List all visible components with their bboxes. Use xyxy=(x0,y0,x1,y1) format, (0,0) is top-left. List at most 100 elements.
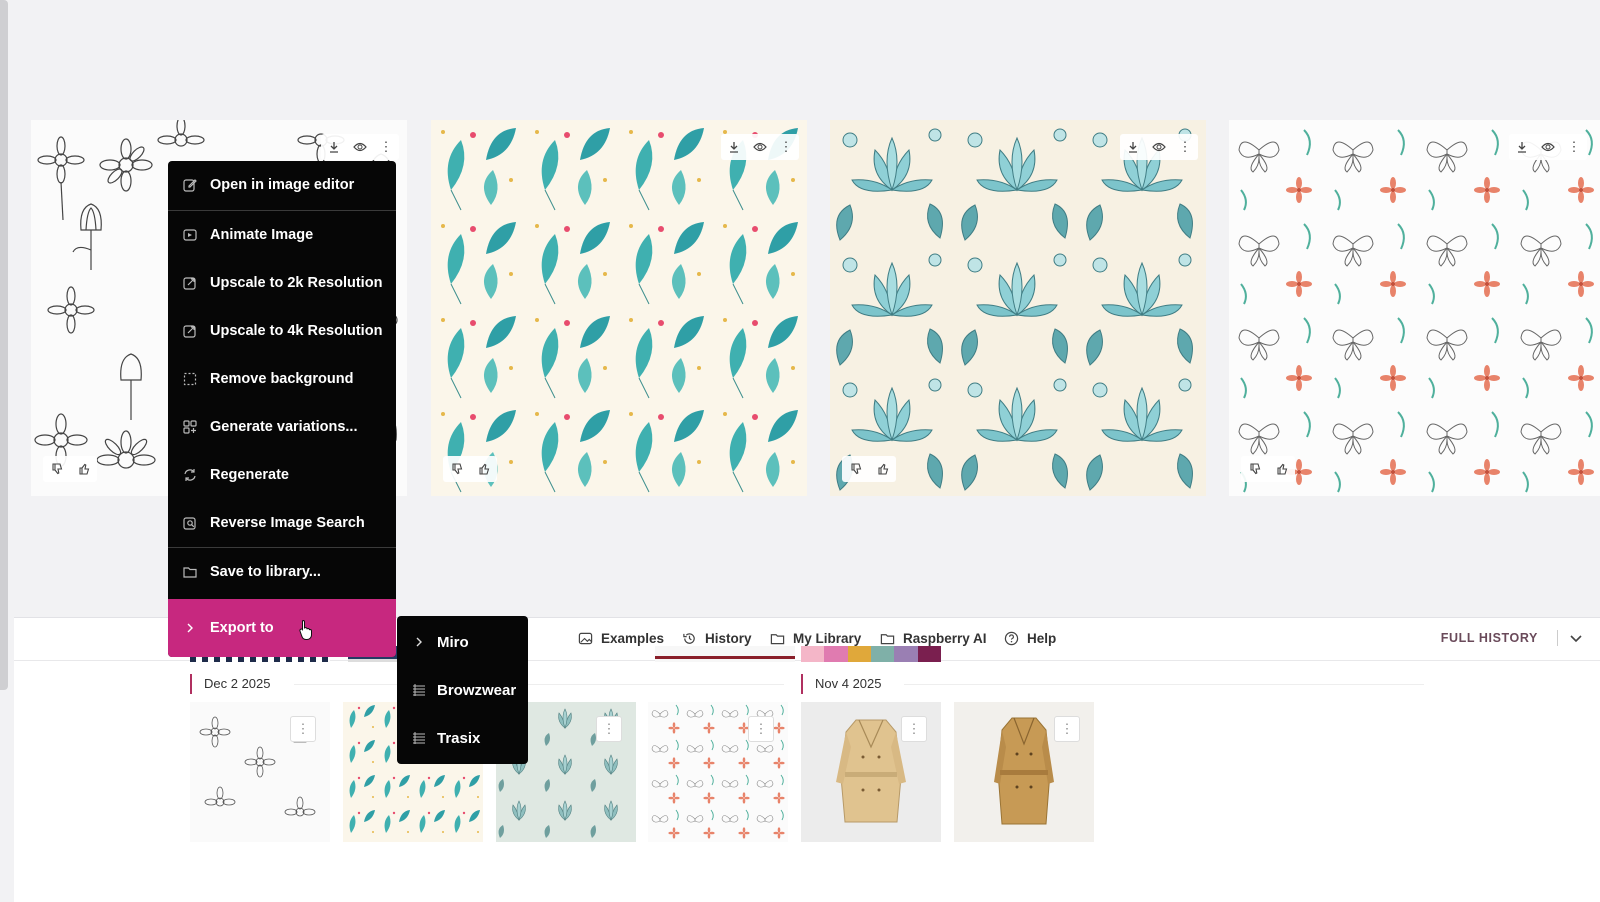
menu-item-upscale-4k[interactable]: Upscale to 4k Resolution xyxy=(168,307,396,355)
download-icon[interactable] xyxy=(1120,134,1146,160)
submenu-item-miro[interactable]: Miro xyxy=(397,618,528,666)
menu-item-animate-image[interactable]: Animate Image xyxy=(168,211,396,259)
more-options-icon[interactable]: ⋮ xyxy=(901,716,927,742)
image-icon xyxy=(578,632,593,644)
eye-icon[interactable] xyxy=(747,134,773,160)
tab-label: Help xyxy=(1027,630,1057,646)
divider xyxy=(904,684,1424,685)
menu-item-generate-variations[interactable]: Generate variations... xyxy=(168,403,396,451)
more-options-icon[interactable]: ⋮ xyxy=(1172,134,1198,160)
tab-label: My Library xyxy=(793,630,862,646)
image-feedback xyxy=(43,456,97,482)
image-feedback xyxy=(1241,456,1295,482)
image-context-menu: Open in image editor Animate Image Upsca… xyxy=(168,161,396,657)
color-swatch xyxy=(847,646,871,662)
reverse-search-icon xyxy=(182,515,198,531)
history-thumb-butterflies[interactable]: ⋮ xyxy=(648,702,788,842)
thumbs-up-icon[interactable] xyxy=(1268,456,1295,482)
menu-item-export-to[interactable]: Export to xyxy=(168,599,396,657)
hand-cursor-icon xyxy=(299,619,312,640)
eye-icon[interactable] xyxy=(1146,134,1172,160)
tab-help[interactable]: Help xyxy=(1004,618,1056,658)
history-thumb-trench-coat-2[interactable]: ⋮ xyxy=(954,702,1094,842)
image-tools: ⋮ xyxy=(1509,134,1587,160)
upscale-icon xyxy=(182,323,198,339)
menu-item-label: Animate Image xyxy=(210,227,314,243)
more-options-icon[interactable]: ⋮ xyxy=(596,716,622,742)
image-feedback xyxy=(443,456,497,482)
history-panel: Examples History My Library Raspberry AI… xyxy=(14,617,1600,902)
color-swatch xyxy=(894,646,918,662)
color-swatch xyxy=(917,646,941,662)
thumbs-down-icon[interactable] xyxy=(43,456,70,482)
thumbs-down-icon[interactable] xyxy=(842,456,869,482)
thumbs-down-icon[interactable] xyxy=(1241,456,1268,482)
generated-image-4[interactable]: ⋮ xyxy=(1229,120,1600,496)
more-options-icon[interactable]: ⋮ xyxy=(373,134,399,160)
menu-item-regenerate[interactable]: Regenerate xyxy=(168,451,396,499)
submenu-item-trasix[interactable]: Trasix xyxy=(397,714,528,762)
tab-label: History xyxy=(705,630,752,646)
submenu-item-label: Miro xyxy=(437,633,469,651)
chevron-right-icon xyxy=(182,620,198,636)
more-options-icon[interactable]: ⋮ xyxy=(748,716,774,742)
folder-icon xyxy=(880,633,895,644)
download-icon[interactable] xyxy=(321,134,347,160)
divider xyxy=(1557,630,1558,646)
regenerate-icon xyxy=(182,467,198,483)
full-history-button[interactable]: FULL HISTORY xyxy=(1441,631,1538,645)
generated-image-2[interactable]: ⋮ xyxy=(431,120,807,496)
more-options-icon[interactable]: ⋮ xyxy=(773,134,799,160)
eye-icon[interactable] xyxy=(1535,134,1561,160)
menu-item-remove-background[interactable]: Remove background xyxy=(168,355,396,403)
thumbs-up-icon[interactable] xyxy=(70,456,97,482)
generated-image-3[interactable]: ⋮ xyxy=(830,120,1206,496)
edit-icon xyxy=(182,177,198,193)
history-icon xyxy=(683,632,695,644)
eye-icon[interactable] xyxy=(347,134,373,160)
download-icon[interactable] xyxy=(721,134,747,160)
image-tools: ⋮ xyxy=(721,134,799,160)
animate-icon xyxy=(182,227,198,243)
menu-item-save-to-library[interactable]: Save to library... xyxy=(168,548,396,596)
folder-icon xyxy=(770,633,785,644)
upscale-icon xyxy=(182,275,198,291)
tab-label: Raspberry AI xyxy=(903,630,987,646)
menu-item-label: Remove background xyxy=(210,371,354,387)
blue-lotus-pattern xyxy=(830,120,1206,496)
variations-icon xyxy=(182,419,198,435)
chevron-down-icon[interactable] xyxy=(1566,628,1586,648)
remove-background-icon xyxy=(182,371,198,387)
menu-item-upscale-2k[interactable]: Upscale to 2k Resolution xyxy=(168,259,396,307)
menu-item-label: Regenerate xyxy=(210,467,289,483)
tab-examples[interactable]: Examples xyxy=(578,618,664,658)
color-swatch xyxy=(824,646,848,662)
tab-label: Examples xyxy=(601,630,665,646)
more-options-icon[interactable]: ⋮ xyxy=(1561,134,1587,160)
menu-item-open-in-image-editor[interactable]: Open in image editor xyxy=(168,161,396,209)
history-thumb-trench-coat-1[interactable]: ⋮ xyxy=(801,702,941,842)
thumbs-up-icon[interactable] xyxy=(869,456,896,482)
image-feedback xyxy=(842,456,896,482)
thumbs-up-icon[interactable] xyxy=(470,456,497,482)
export-submenu: Miro Browzwear Trasix xyxy=(397,616,528,764)
menu-item-label: Open in image editor xyxy=(210,177,355,193)
folder-icon xyxy=(182,564,198,580)
thumbs-down-icon[interactable] xyxy=(443,456,470,482)
menu-item-label: Reverse Image Search xyxy=(210,515,365,531)
page-scrollbar[interactable] xyxy=(0,0,8,690)
menu-item-reverse-image-search[interactable]: Reverse Image Search xyxy=(168,499,396,547)
history-date: Dec 2 2025 xyxy=(190,674,271,694)
menu-item-label: Save to library... xyxy=(210,564,321,580)
submenu-item-browzwear[interactable]: Browzwear xyxy=(397,666,528,714)
history-thumb-line-art[interactable]: ⋮ xyxy=(190,702,330,842)
image-tools: ⋮ xyxy=(1120,134,1198,160)
download-icon[interactable] xyxy=(1509,134,1535,160)
more-options-icon[interactable]: ⋮ xyxy=(290,716,316,742)
menu-item-label: Upscale to 2k Resolution xyxy=(210,275,383,291)
more-options-icon[interactable]: ⋮ xyxy=(1054,716,1080,742)
image-tools: ⋮ xyxy=(321,134,399,160)
color-palette-strip xyxy=(801,646,941,662)
butterfly-pattern xyxy=(1229,120,1600,496)
menu-item-label: Export to xyxy=(210,620,274,636)
